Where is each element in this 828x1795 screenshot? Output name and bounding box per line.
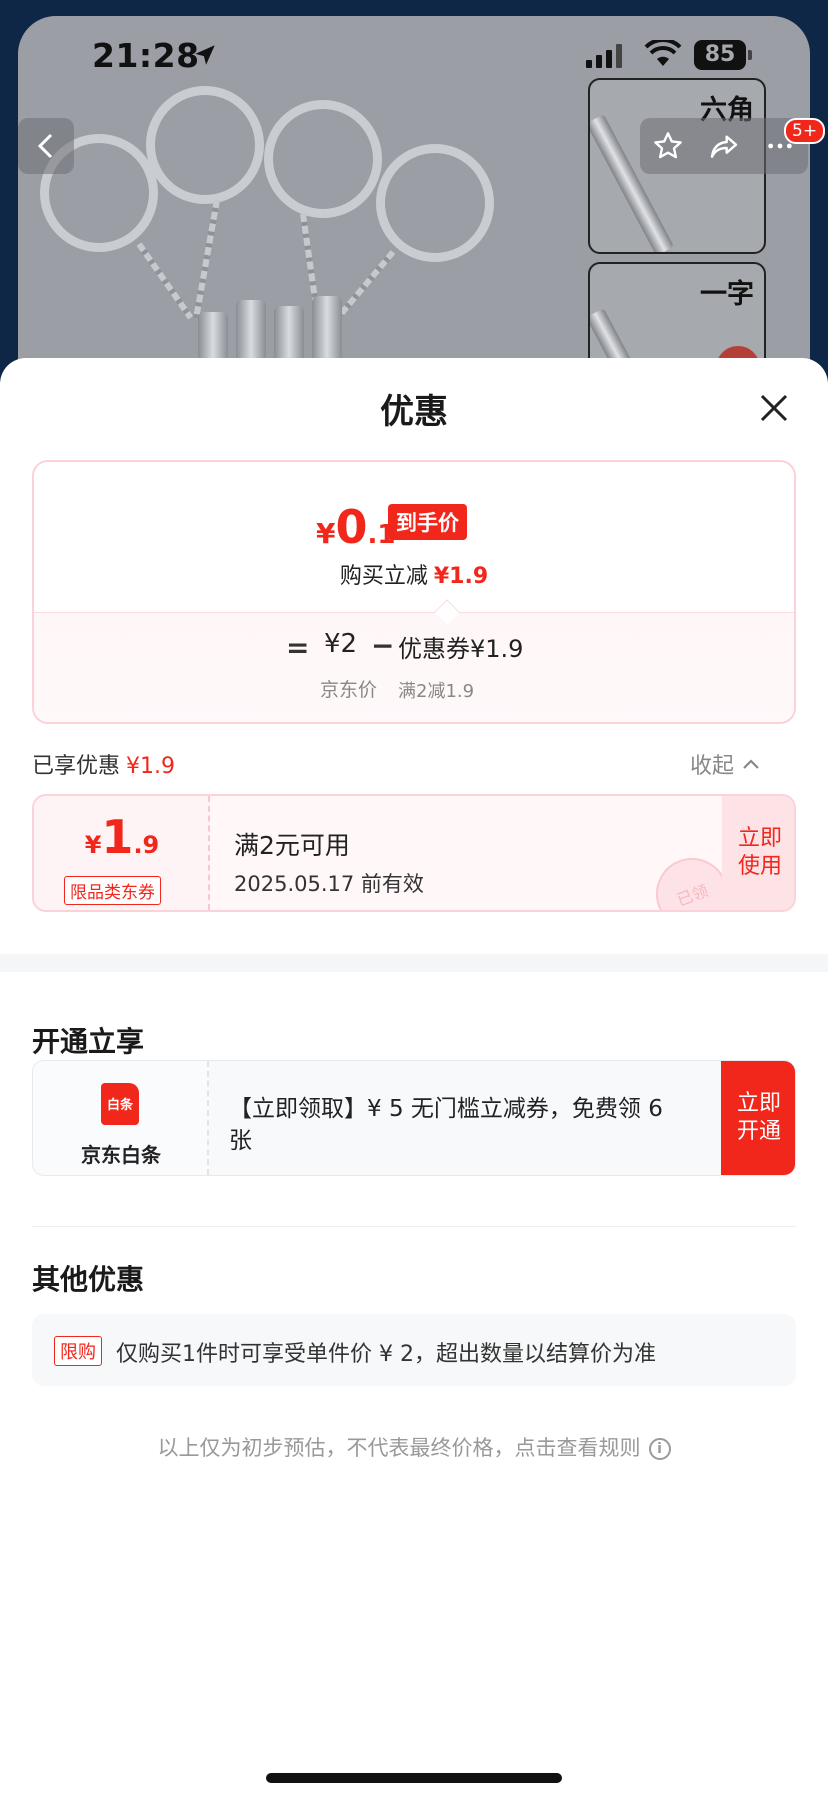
- open-now-button[interactable]: 立即开通: [721, 1061, 795, 1175]
- minus-sign: −: [371, 629, 395, 662]
- status-bar: 21:28 85: [0, 28, 828, 84]
- coupon-type-tag: 限品类东券: [64, 876, 161, 905]
- limit-tag: 限购: [54, 1336, 102, 1366]
- other-section-title: 其他优惠: [32, 1263, 145, 1296]
- purchase-limit-text: 仅购买1件时可享受单件价 ¥ 2，超出数量以结算价为准: [116, 1342, 656, 1367]
- header-actions: [640, 118, 808, 174]
- section-divider: [0, 954, 828, 972]
- baitiao-name: 京东白条: [81, 1143, 161, 1167]
- baitiao-logo-icon: 白条: [101, 1083, 139, 1125]
- close-icon[interactable]: [756, 390, 792, 426]
- message-badge: 5+: [784, 118, 826, 144]
- sheet-title: 优惠: [380, 392, 448, 432]
- equals-sign: =: [286, 631, 310, 664]
- share-icon[interactable]: [708, 130, 740, 162]
- jd-price: ¥2: [324, 629, 358, 659]
- divider: [32, 1226, 796, 1227]
- chevron-left-icon: [37, 133, 53, 159]
- price-breakdown-card: ¥0.1 到手价 购买立减 ¥1.9 = ¥2 京东价 − 优惠券¥1.9 满2减…: [32, 460, 796, 724]
- coupon-amount: 优惠券¥1.9: [398, 635, 524, 663]
- coupon-condition: 满2减1.9: [398, 681, 475, 702]
- chevron-up-icon: [743, 759, 759, 769]
- estimate-note[interactable]: 以上仅为初步预估，不代表最终价格，点击查看规则 i: [0, 1432, 828, 1462]
- enjoyed-discount: 已享优惠 ¥1.9: [32, 754, 175, 779]
- product-background: 六角 一字 21:28 85 5+: [0, 0, 828, 420]
- location-arrow-icon: [195, 45, 215, 65]
- use-now-button[interactable]: 立即使用: [722, 796, 794, 910]
- battery-indicator: 85: [694, 40, 746, 70]
- baitiao-offer-text: 【立即领取】¥ 5 无门槛立减券，免费领 6 张: [229, 1096, 663, 1154]
- estimate-note-text: 以上仅为初步预估，不代表最终价格，点击查看规则: [157, 1436, 641, 1460]
- home-indicator[interactable]: [266, 1773, 562, 1783]
- info-icon[interactable]: i: [648, 1438, 671, 1460]
- coupon-title: 满2元可用: [234, 831, 350, 860]
- cell-signal-icon: [586, 44, 622, 68]
- instant-reduce: 购买立减 ¥1.9: [339, 564, 489, 589]
- open-section-title: 开通立享: [32, 1025, 145, 1058]
- wifi-icon: [644, 40, 682, 66]
- collapse-button[interactable]: 收起: [690, 748, 760, 780]
- jd-price-label: 京东价: [320, 679, 378, 701]
- baitiao-card: 白条 京东白条 【立即领取】¥ 5 无门槛立减券，免费领 6 张 立即开通: [32, 1060, 796, 1176]
- clock: 21:28: [92, 36, 200, 75]
- thumbnail-label: 一字: [700, 279, 754, 310]
- star-icon[interactable]: [652, 130, 684, 162]
- back-button[interactable]: [18, 118, 74, 174]
- final-price: ¥0.1: [316, 500, 396, 554]
- coupon-valid-date: 2025.05.17 前有效: [234, 872, 424, 896]
- final-price-tag: 到手价: [388, 504, 467, 540]
- purchase-limit-row: 限购 仅购买1件时可享受单件价 ¥ 2，超出数量以结算价为准: [32, 1314, 796, 1386]
- coupon-value: ¥1.9: [84, 810, 160, 864]
- discount-sheet: 优惠 ¥0.1 到手价 购买立减 ¥1.9 = ¥2 京东价 − 优惠券¥1.9 …: [0, 358, 828, 1795]
- coupon-card: ¥1.9 限品类东券 满2元可用 2025.05.17 前有效 已领 立即使用: [32, 794, 796, 912]
